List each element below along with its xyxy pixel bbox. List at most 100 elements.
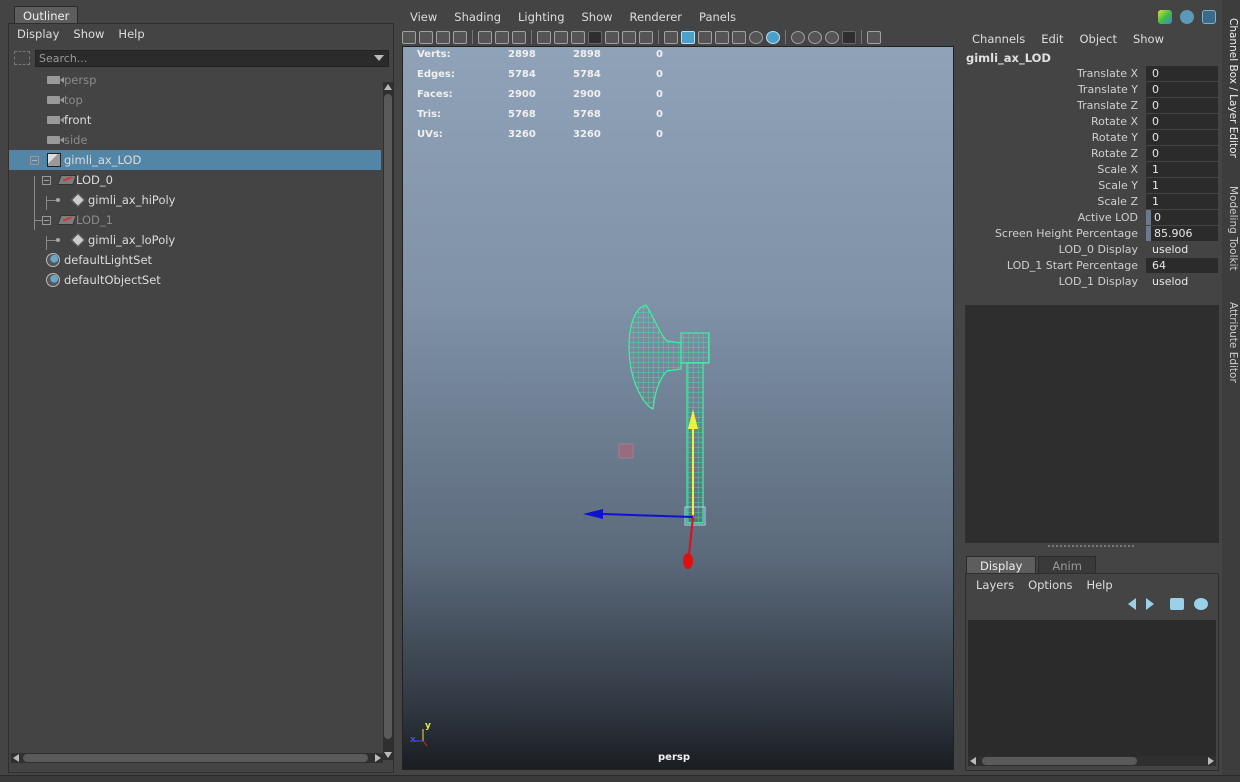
viewport-canvas[interactable]: Verts: 2898 2898 0 Edges: 5784 5784 0 Fa…: [402, 46, 954, 770]
tab-attribute-editor[interactable]: Attribute Editor: [1223, 302, 1239, 383]
attribute-editor-toggle-icon[interactable]: [1180, 10, 1194, 24]
outliner-vertical-scrollbar[interactable]: [383, 82, 393, 760]
channel-box-toggle-icon[interactable]: [1158, 10, 1172, 24]
channel-screen-height-percentage[interactable]: Screen Height Percentage 85.906: [960, 226, 1220, 242]
tree-item-default-light-set[interactable]: defaultLightSet: [9, 250, 381, 270]
channel-lod-0-display[interactable]: LOD_0 Display uselod: [960, 242, 1220, 258]
scroll-thumb[interactable]: [982, 757, 1137, 765]
textured-icon[interactable]: [732, 30, 746, 44]
channel-value-field[interactable]: 85.906: [1146, 226, 1218, 241]
channel-box-menu-show[interactable]: Show: [1133, 32, 1164, 46]
channel-scale-x[interactable]: Scale X 1: [960, 162, 1220, 178]
channel-value-field[interactable]: 0: [1146, 98, 1218, 113]
scroll-up-icon[interactable]: [384, 84, 392, 90]
select-camera-icon[interactable]: [402, 30, 416, 44]
channel-value-field[interactable]: uselod: [1146, 242, 1218, 257]
viewport-menu-shading[interactable]: Shading: [454, 10, 501, 24]
channel-scale-z[interactable]: Scale Z 1: [960, 194, 1220, 210]
layer-horizontal-scrollbar[interactable]: [968, 756, 1216, 766]
film-gate-icon[interactable]: [554, 30, 568, 44]
bookmark-icon[interactable]: [453, 30, 467, 44]
image-plane-icon[interactable]: [478, 30, 492, 44]
outliner-horizontal-scrollbar[interactable]: [11, 753, 383, 763]
grid-icon[interactable]: [537, 30, 551, 44]
tab-channel-box-layer-editor[interactable]: Channel Box / Layer Editor: [1223, 18, 1239, 158]
tab-modeling-toolkit[interactable]: Modeling Toolkit: [1223, 186, 1239, 271]
tree-item-persp[interactable]: persp: [9, 70, 381, 90]
channel-box-menu-channels[interactable]: Channels: [972, 32, 1025, 46]
layer-menu-options[interactable]: Options: [1028, 578, 1072, 592]
collapse-icon[interactable]: −: [42, 176, 51, 185]
wireframe-icon[interactable]: [664, 30, 678, 44]
camera-lock-icon[interactable]: [436, 30, 450, 44]
scroll-down-icon[interactable]: [384, 752, 392, 758]
tree-item-default-object-set[interactable]: defaultObjectSet: [9, 270, 381, 290]
panel-splitter-handle[interactable]: [1048, 545, 1134, 547]
outliner-menu-display[interactable]: Display: [17, 27, 59, 41]
viewport-menu-renderer[interactable]: Renderer: [630, 10, 683, 24]
shadows-icon[interactable]: [766, 30, 780, 44]
channel-value-field[interactable]: 0: [1146, 82, 1218, 97]
channel-translate-z[interactable]: Translate Z 0: [960, 98, 1220, 114]
filter-icon[interactable]: [14, 51, 30, 65]
channel-lod-1-start-percentage[interactable]: LOD_1 Start Percentage 64: [960, 258, 1220, 274]
channel-box-menu-edit[interactable]: Edit: [1041, 32, 1063, 46]
scroll-left-icon[interactable]: [970, 757, 976, 765]
new-layer-icon[interactable]: [1170, 598, 1184, 610]
channel-value-field[interactable]: 1: [1146, 194, 1218, 209]
outliner-tab[interactable]: Outliner: [14, 6, 79, 24]
channel-value-field[interactable]: 1: [1146, 178, 1218, 193]
channel-rotate-z[interactable]: Rotate Z 0: [960, 146, 1220, 162]
channel-value-field[interactable]: 0: [1146, 130, 1218, 145]
channel-translate-x[interactable]: Translate X 0: [960, 66, 1220, 82]
grease-pencil-icon[interactable]: [512, 30, 526, 44]
channel-value-field[interactable]: 1: [1146, 162, 1218, 177]
viewport-menu-view[interactable]: View: [410, 10, 437, 24]
tool-settings-toggle-icon[interactable]: [1202, 10, 1216, 24]
resolution-gate-icon[interactable]: [571, 30, 585, 44]
channel-active-lod[interactable]: Active LOD 0: [960, 210, 1220, 226]
scroll-thumb[interactable]: [384, 94, 392, 739]
isolate-select-icon[interactable]: [867, 30, 881, 44]
camera-attributes-icon[interactable]: [419, 30, 433, 44]
safe-action-icon[interactable]: [622, 30, 636, 44]
layer-list[interactable]: [968, 620, 1216, 758]
channel-value-field[interactable]: 0: [1146, 210, 1218, 225]
default-material-icon[interactable]: [698, 30, 712, 44]
tab-anim[interactable]: Anim: [1038, 556, 1096, 574]
viewport-menu-lighting[interactable]: Lighting: [518, 10, 564, 24]
tree-item-top[interactable]: top: [9, 90, 381, 110]
smooth-shade-icon[interactable]: [681, 30, 695, 44]
move-layer-down-icon[interactable]: [1146, 598, 1160, 610]
viewport-menu-panels[interactable]: Panels: [699, 10, 736, 24]
channel-translate-y[interactable]: Translate Y 0: [960, 82, 1220, 98]
tree-item-gimli-ax-lod[interactable]: − gimli_ax_LOD: [9, 150, 381, 170]
screen-space-ao-icon[interactable]: [791, 30, 805, 44]
viewport-menu-show[interactable]: Show: [582, 10, 613, 24]
new-layer-from-selected-icon[interactable]: [1194, 598, 1208, 610]
collapse-icon[interactable]: −: [42, 216, 51, 225]
search-dropdown-icon[interactable]: [374, 55, 384, 61]
axe-mesh-wireframe[interactable]: [628, 304, 710, 526]
channel-value-field[interactable]: 64: [1146, 258, 1218, 273]
outliner-menu-help[interactable]: Help: [118, 27, 144, 41]
scroll-thumb[interactable]: [23, 754, 368, 762]
channel-rotate-x[interactable]: Rotate X 0: [960, 114, 1220, 130]
outliner-search-input[interactable]: Search...: [35, 50, 389, 67]
wireframe-on-shaded-icon[interactable]: [715, 30, 729, 44]
scroll-right-icon[interactable]: [1208, 757, 1214, 765]
move-manipulator[interactable]: [583, 409, 698, 569]
channel-lod-1-display[interactable]: LOD_1 Display uselod: [960, 274, 1220, 290]
gate-mask-icon[interactable]: [588, 30, 602, 44]
tab-display[interactable]: Display: [966, 556, 1037, 574]
channel-value-field[interactable]: 0: [1146, 146, 1218, 161]
channel-box-menu-object[interactable]: Object: [1080, 32, 1117, 46]
pivot-marker[interactable]: [618, 443, 634, 459]
channel-scale-y[interactable]: Scale Y 1: [960, 178, 1220, 194]
anti-aliasing-icon[interactable]: [825, 30, 839, 44]
tree-item-lod-0[interactable]: − LOD_0: [9, 170, 381, 190]
channel-value-field[interactable]: uselod: [1146, 274, 1218, 289]
scroll-left-icon[interactable]: [13, 754, 19, 762]
layer-menu-layers[interactable]: Layers: [976, 578, 1014, 592]
move-layer-up-icon[interactable]: [1122, 598, 1136, 610]
